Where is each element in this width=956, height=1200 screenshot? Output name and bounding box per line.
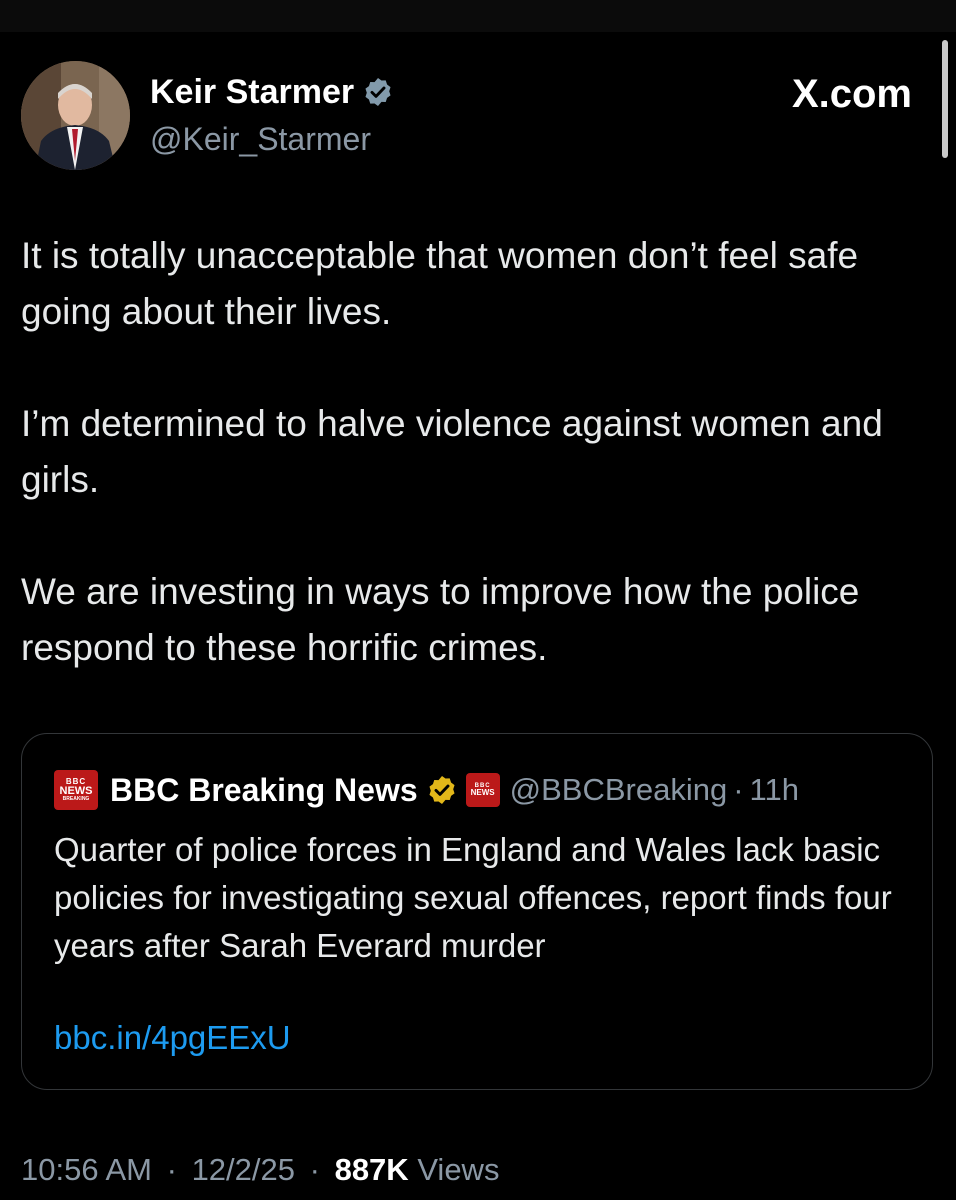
- avatar-portrait: [21, 61, 130, 170]
- gold-verified-badge-icon: [429, 776, 455, 804]
- author-handle[interactable]: @Keir_Starmer: [150, 120, 371, 158]
- views-count: 887K: [334, 1152, 409, 1187]
- tweet-date[interactable]: 12/2/25: [192, 1152, 295, 1187]
- tweet-paragraph: We are investing in ways to improve how …: [21, 571, 860, 668]
- quoted-author-name[interactable]: BBC Breaking News: [110, 772, 418, 809]
- author-name[interactable]: Keir Starmer: [150, 72, 354, 112]
- site-logo-text: X.com: [791, 72, 912, 116]
- views-label: Views: [417, 1152, 500, 1187]
- verified-badge-icon: [365, 78, 391, 106]
- separator-dot: ·: [733, 772, 744, 807]
- quoted-tweet-text: Quarter of police forces in England and …: [54, 831, 892, 964]
- separator-dot: ·: [166, 1152, 177, 1187]
- tweet-text: It is totally unacceptable that women do…: [21, 228, 931, 732]
- quoted-author-handle[interactable]: @BBCBreaking: [510, 772, 728, 808]
- quoted-tweet-link[interactable]: bbc.in/4pgEExU: [54, 1018, 291, 1058]
- separator-dot: ·: [309, 1152, 320, 1187]
- quoted-tweet-card[interactable]: BBC NEWS BREAKING BBC Breaking News BBC …: [21, 733, 933, 1090]
- site-logo: X.com: [792, 72, 912, 116]
- quoted-timestamp[interactable]: 11h: [750, 772, 799, 808]
- tweet-paragraph: I’m determined to halve violence against…: [21, 403, 883, 500]
- author-name-row[interactable]: Keir Starmer: [150, 72, 394, 112]
- tweet-paragraph: It is totally unacceptable that women do…: [21, 235, 859, 332]
- avatar[interactable]: [21, 61, 130, 170]
- quoted-tweet-header: BBC NEWS BREAKING BBC Breaking News BBC …: [54, 770, 799, 810]
- tweet-meta: 10:56 AM · 12/2/25 · 887K Views: [21, 1150, 499, 1190]
- top-bar: [0, 0, 956, 32]
- bbc-news-avatar[interactable]: BBC NEWS BREAKING: [54, 770, 98, 810]
- tweet-time[interactable]: 10:56 AM: [21, 1152, 152, 1187]
- bbc-affiliate-badge-icon: BBC NEWS: [465, 773, 500, 807]
- scrollbar[interactable]: [942, 40, 948, 158]
